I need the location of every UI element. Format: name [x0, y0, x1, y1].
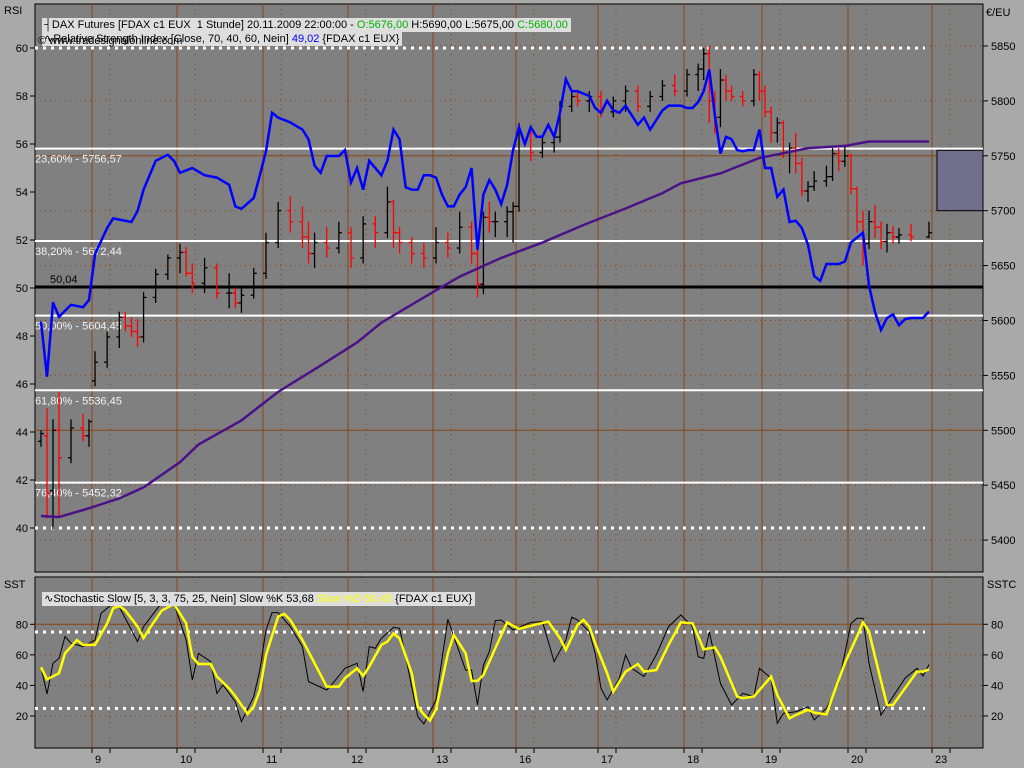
stoch-right-tick-label: 40 — [991, 680, 1003, 692]
left-tick-label: 46 — [16, 379, 28, 391]
right-tick-label: 5450 — [991, 480, 1015, 492]
left-tick-label: 44 — [16, 427, 28, 439]
high-low-values: H:5690,00 L:5675,00 — [408, 19, 518, 31]
stoch-source: {FDAX c1 EUX} — [392, 593, 473, 605]
right-tick-label: 5750 — [991, 151, 1015, 163]
fib-label: 61,80% - 5536,45 — [35, 395, 122, 407]
stoch-d-value: Slow %D 50,45 — [316, 593, 393, 605]
x-tick-label: 10 — [180, 754, 192, 766]
left-tick-label: 48 — [16, 331, 28, 343]
x-tick-label: 23 — [935, 754, 947, 766]
fib-label: 50,00% - 5604,45 — [35, 321, 122, 333]
left-tick-label: 40 — [16, 523, 28, 535]
wave-icon: ∿ — [44, 593, 54, 605]
stoch-left-tick-label: 40 — [16, 680, 28, 692]
x-tick-label: 20 — [851, 754, 863, 766]
right-tick-label: 5550 — [991, 370, 1015, 382]
reference-line-label: 50,04 — [50, 274, 78, 286]
fib-label: 38,20% - 5672,44 — [35, 246, 122, 258]
stoch-left-axis-title: SST — [4, 579, 26, 591]
price-zone-rectangle — [936, 149, 984, 212]
left-tick-label: 56 — [16, 139, 28, 151]
watermark: © www.tradesignalonline.com — [38, 34, 182, 48]
right-tick-label: 5700 — [991, 206, 1015, 218]
chart-canvas: 23,60% - 5756,57 38,20% - 5672,44 50,00% -… — [4, 3, 1016, 766]
close-value: C:5680,00 — [517, 19, 568, 31]
right-tick-label: 5500 — [991, 425, 1015, 437]
left-tick-label: 54 — [16, 187, 28, 199]
watermark-text: © www.tradesignalonline.com — [38, 35, 183, 47]
stoch-right-axis-title: SSTC — [987, 579, 1016, 591]
x-tick-label: 11 — [266, 754, 277, 766]
right-tick-label: 5650 — [991, 261, 1015, 273]
stoch-right-tick-label: 80 — [991, 619, 1003, 631]
left-tick-label: 60 — [16, 43, 28, 55]
stoch-right-tick-label: 60 — [991, 650, 1003, 662]
left-tick-label: 50 — [16, 283, 28, 295]
left-tick-label: 42 — [16, 475, 28, 487]
stoch-label: Stochastic Slow [5, 3, 3, 75, 25, Nein] … — [53, 593, 317, 605]
stoch-left-tick-label: 80 — [16, 619, 28, 631]
x-tick-label: 18 — [687, 754, 699, 766]
x-tick-label: 17 — [601, 754, 613, 766]
stochastic-legend: ∿Stochastic Slow [5, 3, 3, 75, 25, Nein]… — [36, 578, 476, 606]
fib-label: 23,60% - 5756,57 — [35, 154, 122, 166]
right-tick-label: 5600 — [991, 316, 1015, 328]
x-tick-label: 19 — [765, 754, 777, 766]
left-tick-label: 52 — [16, 235, 28, 247]
right-tick-label: 5400 — [991, 535, 1015, 547]
right-tick-label: 5850 — [991, 41, 1015, 53]
right-tick-label: 5800 — [991, 96, 1015, 108]
stoch-left-tick-label: 60 — [16, 650, 28, 662]
left-tick-label: 58 — [16, 91, 28, 103]
x-tick-label: 16 — [519, 754, 531, 766]
stoch-right-tick-label: 20 — [991, 711, 1003, 723]
x-tick-label: 9 — [95, 754, 101, 766]
rsi-source: {FDAX c1 EUX} — [319, 33, 400, 45]
x-tick-label: 12 — [351, 754, 363, 766]
fib-label: 76,40% - 5452,32 — [35, 488, 122, 500]
rsi-value: 49,02 — [291, 33, 320, 45]
right-axis-title: €/EU — [986, 7, 1011, 19]
stoch-left-tick-label: 20 — [16, 711, 28, 723]
x-tick-label: 13 — [436, 754, 448, 766]
left-axis-title: RSI — [4, 5, 22, 17]
